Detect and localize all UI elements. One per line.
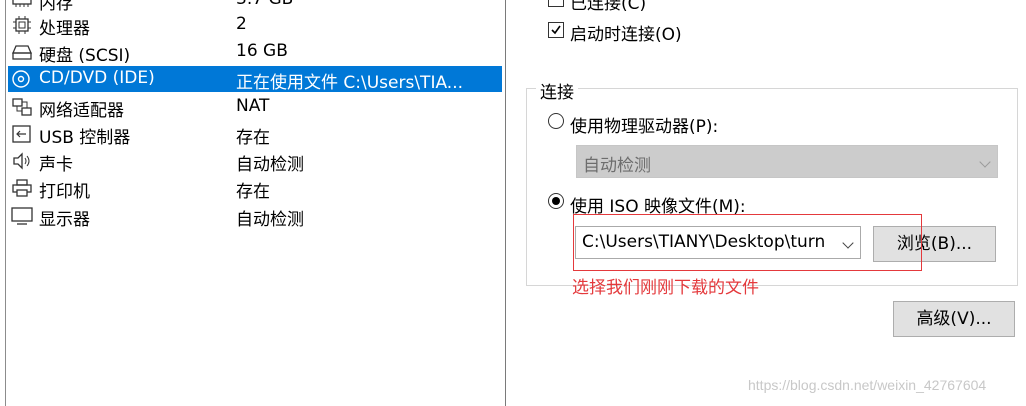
connect-on-power-on-label: 启动时连接(O) (570, 25, 682, 45)
physical-drive-label: 使用物理驱动器(P): (570, 117, 719, 137)
device-summary: 正在使用文件 C:\Users\TIA... (236, 73, 464, 93)
device-name: USB 控制器 (39, 128, 131, 148)
connected-label: 已连接(C) (570, 0, 647, 14)
advanced-button[interactable]: 高级(V)... (893, 301, 1015, 337)
connected-checkbox[interactable] (548, 0, 564, 7)
physical-drive-value: 自动检测 (583, 156, 651, 176)
device-summary: 2 (236, 14, 247, 34)
memory-icon (11, 0, 33, 9)
device-row-printer[interactable]: 打印机 存在 (8, 175, 502, 202)
physical-drive-radio[interactable] (548, 113, 564, 129)
physical-drive-select[interactable]: 自动检测 (576, 145, 998, 178)
device-summary: NAT (236, 96, 270, 116)
chevron-down-icon (979, 156, 991, 168)
device-row-processor[interactable]: 处理器 2 (8, 12, 502, 39)
device-name: 显示器 (39, 210, 90, 230)
device-name: 网络适配器 (39, 101, 124, 121)
connection-group-legend: 连接 (536, 78, 578, 103)
device-summary: 存在 (236, 128, 270, 148)
device-row-sound-card[interactable]: 声卡 自动检测 (8, 148, 502, 175)
sound-card-icon (11, 152, 33, 170)
device-row-hard-disk[interactable]: 硬盘 (SCSI) 16 GB (8, 39, 502, 66)
display-icon (11, 207, 33, 225)
annotation-text: 选择我们刚刚下载的文件 (572, 278, 759, 298)
device-name: 声卡 (39, 155, 73, 175)
device-summary: 自动检测 (236, 210, 304, 230)
processor-icon (11, 16, 33, 34)
device-list[interactable]: 内存 3.7 GB 处理器 2 硬盘 (SCSI) 16 GB CD/DVD (… (0, 0, 506, 406)
device-row-usb-controller[interactable]: USB 控制器 存在 (8, 121, 502, 148)
watermark: https://blog.csdn.net/weixin_42767604 (748, 377, 987, 393)
printer-icon (11, 179, 33, 197)
cd-dvd-icon (11, 70, 33, 88)
device-row-network-adapter[interactable]: 网络适配器 NAT (8, 94, 502, 121)
hard-disk-icon (11, 43, 33, 61)
device-summary: 自动检测 (236, 155, 304, 175)
device-name: 硬盘 (SCSI) (39, 46, 131, 66)
device-name: CD/DVD (IDE) (39, 68, 155, 88)
device-row-display[interactable]: 显示器 自动检测 (8, 203, 502, 230)
device-summary: 存在 (236, 182, 270, 202)
iso-image-radio[interactable] (548, 193, 564, 209)
device-summary: 3.7 GB (236, 0, 293, 9)
usb-controller-icon (11, 125, 33, 143)
annotation-highlight-box (573, 214, 922, 271)
device-summary: 16 GB (236, 41, 288, 61)
device-row-cd-dvd[interactable]: CD/DVD (IDE) 正在使用文件 C:\Users\TIA... (8, 66, 502, 93)
device-settings-panel: 已连接(C) 启动时连接(O) 连接 使用物理驱动器(P): 自动检测 使用 I… (506, 0, 1026, 406)
connect-on-power-on-checkbox[interactable] (548, 22, 564, 38)
device-name: 处理器 (39, 19, 90, 39)
device-name: 打印机 (39, 182, 90, 202)
network-adapter-icon (11, 98, 33, 116)
